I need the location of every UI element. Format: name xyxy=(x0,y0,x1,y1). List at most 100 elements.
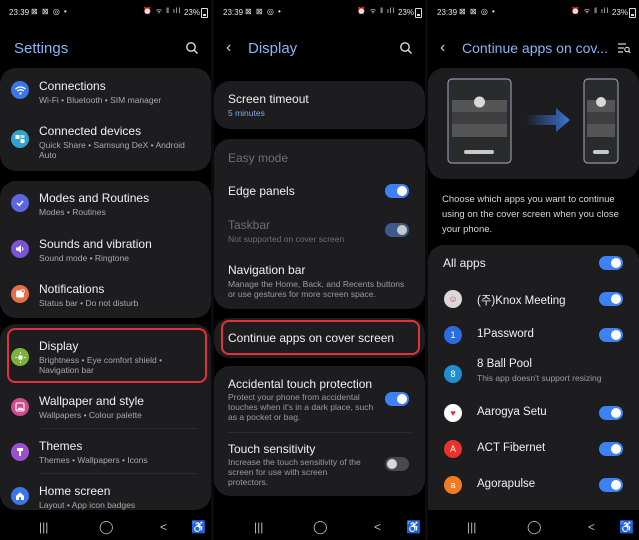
settings-item-subtitle: Modes • Routines xyxy=(39,207,106,217)
continue-apps-highlight xyxy=(221,320,420,355)
app-name: Aarogya Setu xyxy=(477,406,547,418)
home-button[interactable]: ◯ xyxy=(313,519,328,535)
screen-timeout-card: Screen timeout 5 minutes xyxy=(214,81,425,129)
search-icon[interactable] xyxy=(399,41,413,60)
continue-apps-panel: 23:39 ⊠ ⊠ ◎ • ⏰ ᯤ ‖ ıll 23% ‹ Continue a… xyxy=(428,0,639,540)
all-apps-label: All apps xyxy=(443,256,486,270)
recents-button[interactable]: ||| xyxy=(39,520,48,534)
touch-sensitivity-subtitle: Increase the touch sensitivity of the sc… xyxy=(228,457,361,487)
settings-item-connected-devices[interactable]: Connected devices Quick Share • Samsung … xyxy=(0,116,211,170)
app-subtitle: This app doesn't support resizing xyxy=(477,373,602,383)
display-highlight xyxy=(7,328,207,383)
settings-header: Settings xyxy=(0,36,211,64)
taskbar-label: Taskbar xyxy=(228,218,271,232)
description-text: Choose which apps you want to continue u… xyxy=(442,194,619,235)
search-filter-icon[interactable] xyxy=(617,41,631,59)
touch-sensitivity-item[interactable]: Touch sensitivity Increase the touch sen… xyxy=(214,434,425,496)
accessibility-icon[interactable]: ♿ xyxy=(406,520,421,534)
taskbar-subtitle: Not supported on cover screen xyxy=(228,234,345,244)
back-arrow-icon[interactable]: ‹ xyxy=(226,39,231,57)
page-title: Settings xyxy=(14,40,69,57)
home-button[interactable]: ◯ xyxy=(99,519,114,535)
settings-item-label: Wallpaper and style xyxy=(39,394,144,408)
app-toggle[interactable] xyxy=(599,292,623,306)
accessibility-icon[interactable]: ♿ xyxy=(191,520,206,534)
recents-button[interactable]: ||| xyxy=(467,520,476,534)
divider xyxy=(39,473,197,474)
app-name: 8 Ball Pool xyxy=(477,358,532,370)
settings-item-label: Modes and Routines xyxy=(39,191,150,205)
settings-item-themes[interactable]: Themes Themes • Wallpapers • Icons xyxy=(0,430,211,474)
app-toggle[interactable] xyxy=(599,478,623,492)
screen-timeout-label: Screen timeout xyxy=(228,92,309,106)
wifi-icon xyxy=(11,81,29,99)
accessibility-icon[interactable]: ♿ xyxy=(619,520,634,534)
touch-sensitivity-toggle[interactable] xyxy=(385,457,409,471)
back-button[interactable]: < xyxy=(160,520,167,534)
all-apps-item[interactable]: All apps xyxy=(428,245,639,281)
settings-item-subtitle: Quick Share • Samsung DeX • Android Auto xyxy=(39,140,185,160)
app-list-item[interactable]: a Agorapulse xyxy=(428,467,639,503)
back-button[interactable]: < xyxy=(588,520,595,534)
app-icon: a xyxy=(444,476,462,494)
back-button[interactable]: < xyxy=(374,520,381,534)
settings-item-label: Sounds and vibration xyxy=(39,237,152,251)
edge-panels-item[interactable]: Edge panels xyxy=(214,175,425,207)
settings-item-label: Connected devices xyxy=(39,124,142,138)
app-list-item[interactable]: ☺ (주)Knox Meeting xyxy=(428,281,639,317)
app-list-item[interactable]: 8 8 Ball Pool This app doesn't support res… xyxy=(428,353,639,389)
settings-item-wallpaper[interactable]: Wallpaper and style Wallpapers • Colour … xyxy=(0,385,211,429)
settings-item-connections[interactable]: Connections Wi-Fi • Bluetooth • SIM mana… xyxy=(0,68,211,112)
screen-timeout-value: 5 minutes xyxy=(228,108,265,118)
easy-mode-item[interactable]: Easy mode xyxy=(214,139,425,175)
settings-item-subtitle: Wallpapers • Colour palette xyxy=(39,410,142,420)
edge-panels-toggle[interactable] xyxy=(385,184,409,198)
status-bar: 23:39 ⊠ ⊠ ◎ • ⏰ ᯤ ‖ ıll 23% xyxy=(214,0,425,24)
divider xyxy=(39,428,197,429)
settings-item-modes-routines[interactable]: Modes and Routines Modes • Routines xyxy=(0,181,211,225)
navigation-bar-label: Navigation bar xyxy=(228,263,306,277)
themes-icon xyxy=(11,443,29,461)
app-toggle[interactable] xyxy=(599,442,623,456)
settings-item-subtitle: Sound mode • Ringtone xyxy=(39,253,129,263)
settings-group-modes: Modes and Routines Modes • Routines Soun… xyxy=(0,181,211,318)
app-list-item[interactable]: ♥ Aarogya Setu xyxy=(428,395,639,431)
screen-timeout-item[interactable]: Screen timeout 5 minutes xyxy=(214,81,425,129)
app-list-item[interactable]: A ACT Fibernet xyxy=(428,431,639,467)
navigation-bar: ||| ◯ < ♿ xyxy=(428,514,639,540)
touch-options-card: Accidental touch protection Protect your… xyxy=(214,366,425,496)
status-system-icons: ⏰ ᯤ ‖ ıll xyxy=(143,8,181,15)
status-notification-icons: ⊠ ⊠ ◎ • xyxy=(459,7,496,16)
all-apps-toggle[interactable] xyxy=(599,256,623,270)
settings-panel: 23:39 ⊠ ⊠ ◎ • ⏰ ᯤ ‖ ıll 23% Settings Con… xyxy=(0,0,211,540)
app-list-item[interactable]: 1 1Password xyxy=(428,317,639,353)
page-title: Display xyxy=(248,40,298,57)
navigation-bar-item[interactable]: Navigation bar Manage the Home, Back, an… xyxy=(214,257,425,307)
recents-button[interactable]: ||| xyxy=(254,520,263,534)
app-name: (주)Knox Meeting xyxy=(477,295,566,307)
status-notification-icons: ⊠ ⊠ ◎ • xyxy=(31,7,68,16)
accidental-touch-toggle[interactable] xyxy=(385,392,409,406)
app-icon: ☺ xyxy=(444,290,462,308)
status-bar: 23:39 ⊠ ⊠ ◎ • ⏰ ᯤ ‖ ıll 23% xyxy=(0,0,211,24)
page-title: Continue apps on cov... xyxy=(462,40,609,56)
accidental-touch-item[interactable]: Accidental touch protection Protect your… xyxy=(214,366,425,428)
app-icon: ♥ xyxy=(444,404,462,422)
apps-list-card: All apps ☺ (주)Knox Meeting 1 1Password 8 8 Ba… xyxy=(428,245,639,510)
settings-item-sounds[interactable]: Sounds and vibration Sound mode • Ringto… xyxy=(0,227,211,271)
app-icon: A xyxy=(444,440,462,458)
settings-item-home-screen[interactable]: Home screen Layout • App icon badges xyxy=(0,475,211,511)
notification-icon xyxy=(11,285,29,303)
home-button[interactable]: ◯ xyxy=(527,519,542,535)
settings-group-connections: Connections Wi-Fi • Bluetooth • SIM mana… xyxy=(0,68,211,171)
back-arrow-icon[interactable]: ‹ xyxy=(440,39,445,57)
settings-item-notifications[interactable]: Notifications Status bar • Do not distur… xyxy=(0,272,211,316)
app-toggle[interactable] xyxy=(599,328,623,342)
navigation-bar: ||| ◯ < ♿ xyxy=(214,514,425,540)
search-icon[interactable] xyxy=(185,41,199,60)
app-toggle[interactable] xyxy=(599,406,623,420)
status-bar: 23:39 ⊠ ⊠ ◎ • ⏰ ᯤ ‖ ıll 23% xyxy=(428,0,639,24)
taskbar-toggle xyxy=(385,223,409,237)
battery-percent: 23% xyxy=(611,8,628,17)
touch-sensitivity-label: Touch sensitivity xyxy=(228,442,316,456)
